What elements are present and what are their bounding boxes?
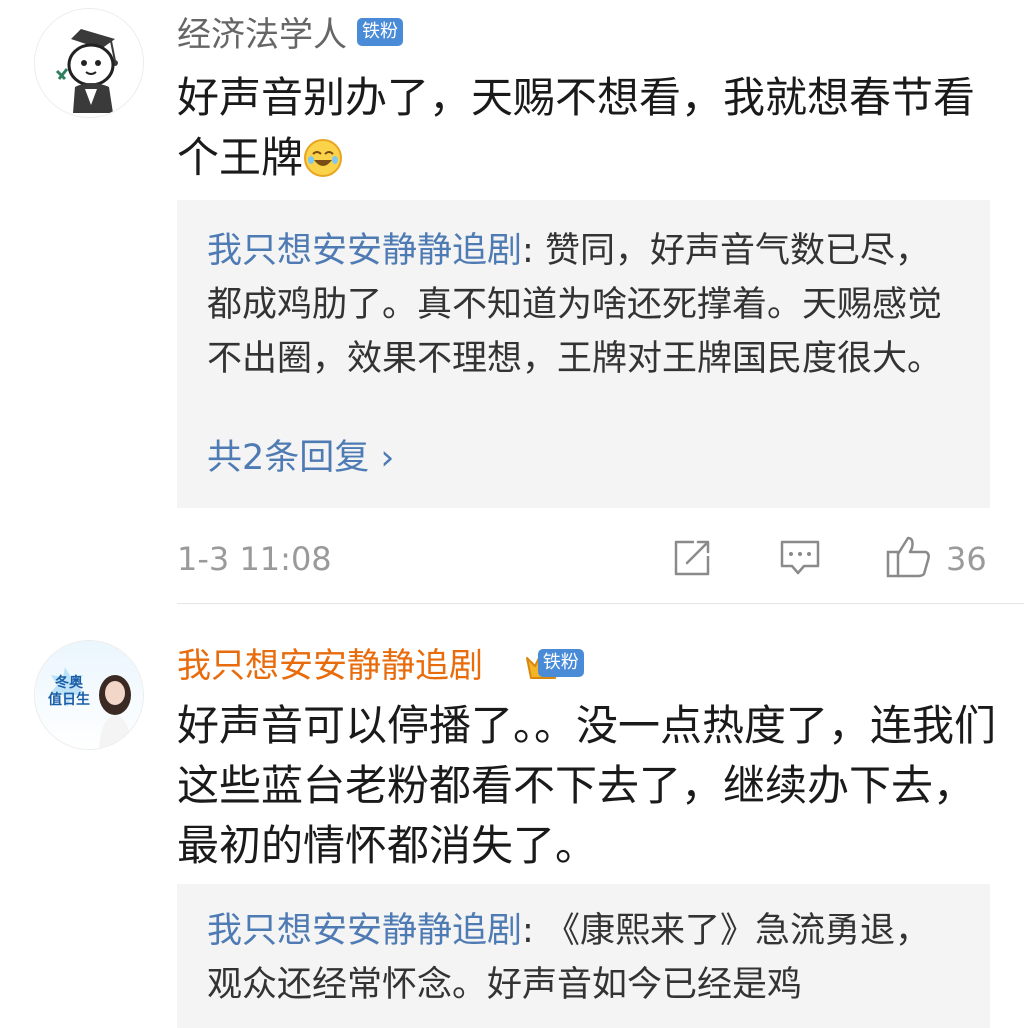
like-icon[interactable]: [884, 534, 934, 580]
avatar[interactable]: [34, 8, 144, 118]
comment-username[interactable]: 我只想安安静静追剧 铁粉: [177, 646, 584, 686]
like-count: 36: [946, 540, 987, 578]
share-icon[interactable]: [672, 538, 712, 578]
avatar[interactable]: 冬奥 值日生: [34, 640, 144, 750]
comment-divider: [177, 603, 1024, 604]
laughing-emoji-icon: [303, 134, 343, 177]
comment-icon[interactable]: [778, 538, 822, 578]
reply-username[interactable]: 我只想安安静静追剧: [207, 911, 522, 951]
reply-text: 我只想安安静静追剧: 赞同，好声音气数已尽，都成鸡肋了。真不知道为啥还死撑着。天…: [207, 231, 943, 379]
reply-username[interactable]: 我只想安安静静追剧: [207, 231, 522, 271]
comment-text: 好声音可以停播了。。没一点热度了，连我们这些蓝台老粉都看不下去了，继续办下去，最…: [177, 701, 997, 870]
avatar-caption: 冬奥 值日生: [48, 675, 90, 708]
reply-preview[interactable]: 我只想安安静静追剧: 《康熙来了》急流勇退，观众还经常怀念。好声音如今已经是鸡: [177, 884, 990, 1028]
reply-text: 我只想安安静静追剧: 《康熙来了》急流勇退，观众还经常怀念。好声音如今已经是鸡: [207, 911, 930, 1005]
cartoon-graduate-icon: [35, 9, 143, 117]
reply-preview[interactable]: 我只想安安静静追剧: 赞同，好声音气数已尽，都成鸡肋了。真不知道为啥还死撑着。天…: [177, 200, 990, 508]
more-replies-link[interactable]: 共2条回复 ›: [207, 436, 394, 480]
comment-time: 1-3 11:08: [177, 540, 332, 578]
fan-badge: 铁粉: [537, 648, 584, 677]
comment-username[interactable]: 经济法学人 铁粉: [177, 15, 403, 55]
comment-text: 好声音别办了，天赐不想看，我就想春节看个王牌: [177, 73, 976, 182]
fan-badge: 铁粉: [357, 17, 403, 46]
